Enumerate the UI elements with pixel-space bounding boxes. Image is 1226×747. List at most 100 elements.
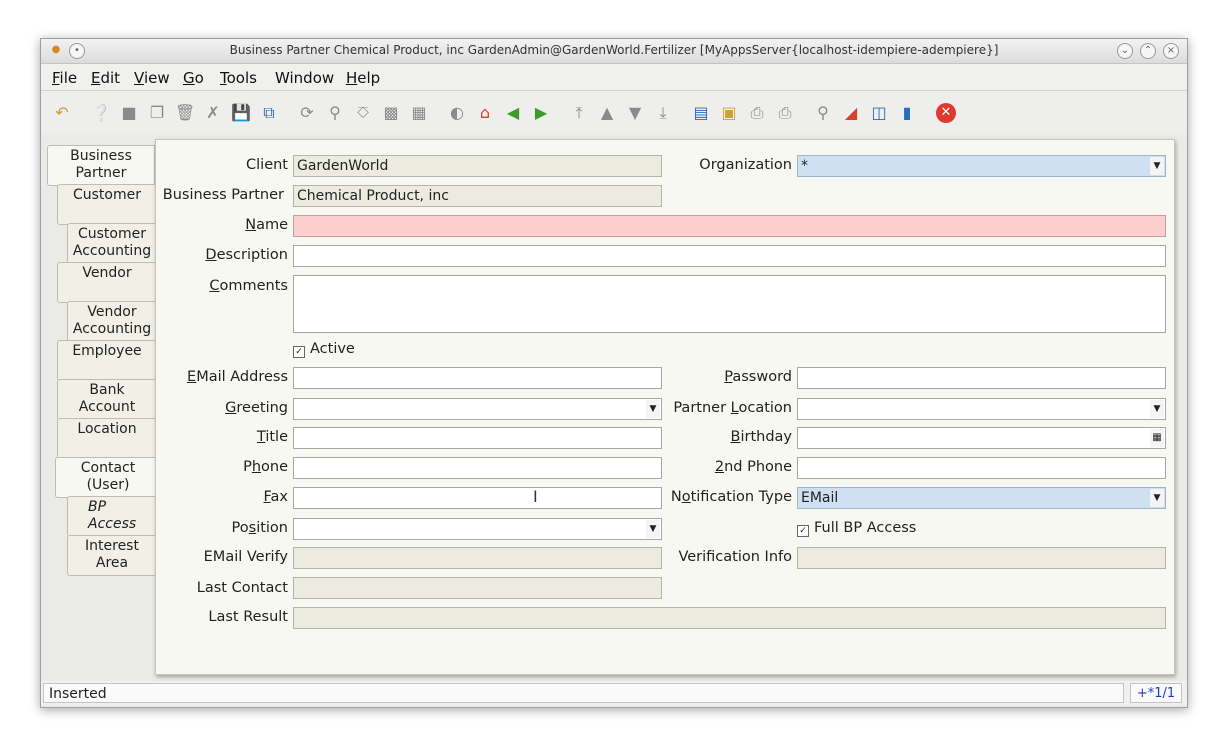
tab-vendor[interactable]: Vendor: [57, 262, 157, 303]
email-verify-field: [293, 547, 662, 569]
print-preview-icon[interactable]: ⎙: [747, 103, 767, 123]
tab-label: (User): [86, 477, 130, 493]
menu-file[interactable]: File: [52, 69, 77, 87]
request-icon[interactable]: ◫: [869, 103, 889, 123]
back-icon[interactable]: ◀: [503, 103, 523, 123]
delete-selection-icon[interactable]: ✗: [203, 103, 223, 123]
notification-type-select[interactable]: EMail ▼: [797, 487, 1166, 509]
password-input[interactable]: [797, 367, 1166, 389]
close-window-icon[interactable]: ×: [1163, 43, 1179, 59]
delete-icon[interactable]: 🗑: [175, 103, 195, 123]
client-label: Client: [246, 157, 288, 173]
description-input[interactable]: [293, 245, 1166, 267]
chevron-down-icon[interactable]: ▼: [646, 400, 660, 418]
title-input[interactable]: [293, 427, 662, 449]
next-record-icon[interactable]: ▼: [625, 103, 645, 123]
business-partner-label: Business Partner: [162, 187, 284, 203]
tab-label: Vendor: [87, 304, 137, 320]
title-label: Title: [256, 429, 288, 445]
tab-contact-user[interactable]: Contact (User): [55, 457, 160, 498]
report-icon[interactable]: ▤: [691, 103, 711, 123]
last-contact-label: Last Contact: [196, 580, 288, 596]
name-input[interactable]: [293, 215, 1166, 237]
grid-toggle-icon[interactable]: ▦: [409, 103, 429, 123]
exit-icon[interactable]: ✕: [936, 103, 956, 123]
chevron-down-icon[interactable]: ▼: [1150, 489, 1164, 507]
archive-icon[interactable]: ▣: [719, 103, 739, 123]
full-bp-access-checkbox[interactable]: ✓ Full BP Access: [797, 520, 916, 537]
undo-icon[interactable]: ↶: [52, 103, 72, 123]
tab-location[interactable]: Location: [57, 418, 157, 459]
menu-view[interactable]: View: [134, 69, 170, 87]
verification-info-label: Verification Info: [678, 549, 792, 565]
first-record-icon[interactable]: ⤒: [569, 103, 589, 123]
tab-label: Bank: [89, 382, 125, 398]
copy-record-icon[interactable]: ❐: [147, 103, 167, 123]
tab-interest-area[interactable]: Interest Area: [67, 535, 157, 576]
notification-type-label: Notification Type: [670, 489, 792, 505]
toolbar: ↶ ❔ ■ ❐ 🗑 ✗ 💾 ⧉ ⟳ ⚲ ⎏ ▩ ▦ ◐ ⌂ ◀ ▶ ⤒ ▲ ▼ …: [41, 91, 1187, 135]
phone2-label: 2nd Phone: [714, 459, 792, 475]
zoom-across-icon[interactable]: ⚲: [813, 103, 833, 123]
tab-vendor-accounting[interactable]: Vendor Accounting: [67, 301, 157, 342]
menu-window[interactable]: Window: [275, 69, 334, 87]
chat-icon[interactable]: ▩: [381, 103, 401, 123]
menu-tools[interactable]: Tools: [220, 69, 257, 87]
active-workflows-icon[interactable]: ◢: [841, 103, 861, 123]
status-bar: Inserted +*1/1: [41, 681, 1187, 705]
last-result-field: [293, 607, 1166, 629]
attachment-icon[interactable]: ⎏: [353, 103, 373, 123]
check-icon: ✓: [293, 346, 305, 358]
birthday-input[interactable]: ▦: [797, 427, 1166, 449]
status-message: Inserted: [43, 683, 1124, 703]
save-and-create-icon[interactable]: ⧉: [259, 103, 279, 123]
chevron-down-icon[interactable]: ▼: [646, 520, 660, 538]
menu-help[interactable]: Help: [346, 69, 380, 87]
email-input[interactable]: [293, 367, 662, 389]
active-checkbox[interactable]: ✓ Active: [293, 341, 355, 358]
new-record-icon[interactable]: ■: [119, 103, 139, 123]
tab-employee[interactable]: Employee: [57, 340, 157, 381]
tab-bank-account[interactable]: Bank Account: [57, 379, 157, 420]
comments-textarea[interactable]: [293, 275, 1166, 333]
text-cursor-icon: I: [533, 487, 538, 506]
position-select[interactable]: ▼: [293, 518, 662, 540]
record-navigation-indicator[interactable]: +*1/1: [1130, 683, 1182, 703]
product-info-icon[interactable]: ▮: [897, 103, 917, 123]
organization-select[interactable]: * ▼: [797, 155, 1166, 177]
greeting-select[interactable]: ▼: [293, 398, 662, 420]
find-icon[interactable]: ⚲: [325, 103, 345, 123]
chevron-down-icon[interactable]: ▼: [1150, 400, 1164, 418]
fax-input[interactable]: [293, 487, 662, 509]
tab-bp-access[interactable]: BP Access: [67, 496, 157, 537]
refresh-icon[interactable]: ⟳: [297, 103, 317, 123]
chevron-down-icon[interactable]: ▼: [1150, 157, 1164, 175]
notification-type-value: EMail: [801, 490, 839, 506]
home-icon[interactable]: ⌂: [475, 103, 495, 123]
check-icon: ✓: [797, 525, 809, 537]
last-record-icon[interactable]: ⤓: [653, 103, 673, 123]
maximize-icon[interactable]: ⌃: [1140, 43, 1156, 59]
comments-label: Comments: [209, 278, 288, 294]
minimize-icon[interactable]: ⌄: [1117, 43, 1133, 59]
print-icon[interactable]: ⎙: [775, 103, 795, 123]
business-partner-field: Chemical Product, inc: [293, 185, 662, 207]
tab-customer[interactable]: Customer: [57, 184, 157, 225]
tab-label: Accounting: [72, 321, 152, 337]
tab-business-partner[interactable]: Business Partner: [47, 145, 155, 186]
phone2-input[interactable]: [797, 457, 1166, 479]
forward-icon[interactable]: ▶: [531, 103, 551, 123]
save-icon[interactable]: 💾: [231, 103, 251, 123]
tab-list: Business Partner Customer Customer Account…: [41, 139, 160, 679]
last-contact-field: [293, 577, 662, 599]
tab-customer-accounting[interactable]: Customer Accounting: [67, 223, 157, 264]
menu-go[interactable]: Go: [183, 69, 204, 87]
partner-location-select[interactable]: ▼: [797, 398, 1166, 420]
help-icon[interactable]: ❔: [91, 103, 111, 123]
previous-record-icon[interactable]: ▲: [597, 103, 617, 123]
menu-edit[interactable]: Edit: [91, 69, 120, 87]
history-icon[interactable]: ◐: [447, 103, 467, 123]
phone-input[interactable]: [293, 457, 662, 479]
calendar-icon[interactable]: ▦: [1150, 429, 1164, 447]
description-label: Description: [205, 247, 288, 263]
